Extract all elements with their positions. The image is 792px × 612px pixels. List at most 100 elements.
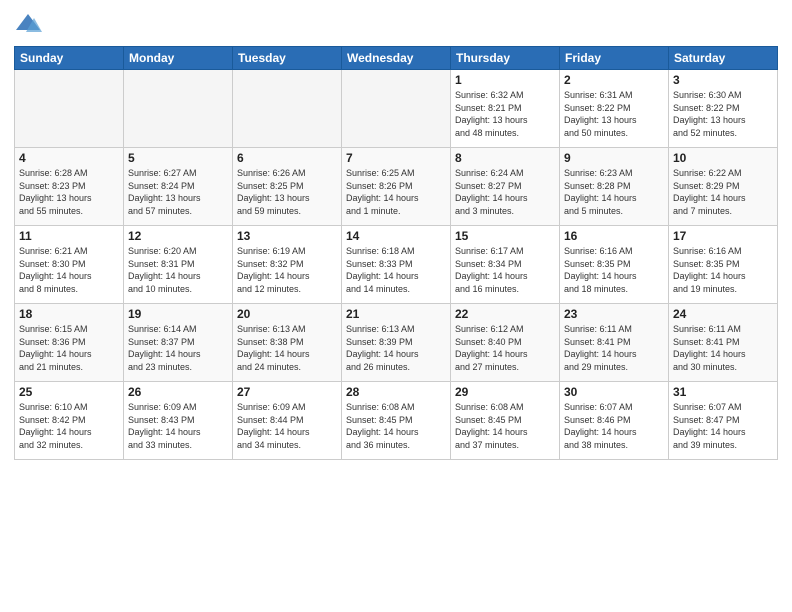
day-number: 15 [455,229,555,243]
calendar-header-row: SundayMondayTuesdayWednesdayThursdayFrid… [15,47,778,70]
calendar-week-2: 4Sunrise: 6:28 AM Sunset: 8:23 PM Daylig… [15,148,778,226]
calendar-header-tuesday: Tuesday [233,47,342,70]
day-number: 4 [19,151,119,165]
day-number: 28 [346,385,446,399]
header [14,10,778,38]
day-number: 16 [564,229,664,243]
calendar-cell: 28 Sunrise: 6:08 AM Sunset: 8:45 PM Dayli… [342,382,451,460]
calendar-cell: 5 Sunrise: 6:27 AM Sunset: 8:24 PM Daylig… [124,148,233,226]
calendar-cell: 24 Sunrise: 6:11 AM Sunset: 8:41 PM Dayli… [669,304,778,382]
calendar-cell: 6 Sunrise: 6:26 AM Sunset: 8:25 PM Daylig… [233,148,342,226]
calendar-cell: 22Sunrise: 6:12 AM Sunset: 8:40 PM Dayli… [451,304,560,382]
calendar-cell: 1 Sunrise: 6:32 AM Sunset: 8:21 PM Daylig… [451,70,560,148]
calendar-cell: 26 Sunrise: 6:09 AM Sunset: 8:43 PM Dayli… [124,382,233,460]
day-number: 18 [19,307,119,321]
calendar-cell [124,70,233,148]
day-number: 21 [346,307,446,321]
calendar-header-sunday: Sunday [15,47,124,70]
day-number: 14 [346,229,446,243]
calendar-week-3: 11 Sunrise: 6:21 AM Sunset: 8:30 PM Dayli… [15,226,778,304]
day-number: 3 [673,73,773,87]
day-info: Sunrise: 6:09 AM Sunset: 8:44 PM Dayligh… [237,401,337,451]
day-info: Sunrise: 6:26 AM Sunset: 8:25 PM Dayligh… [237,167,337,217]
calendar-cell: 15 Sunrise: 6:17 AM Sunset: 8:34 PM Dayli… [451,226,560,304]
day-info: Sunrise: 6:24 AM Sunset: 8:27 PM Dayligh… [455,167,555,217]
day-info: Sunrise: 6:27 AM Sunset: 8:24 PM Dayligh… [128,167,228,217]
day-info: Sunrise: 6:10 AM Sunset: 8:42 PM Dayligh… [19,401,119,451]
day-info: Sunrise: 6:17 AM Sunset: 8:34 PM Dayligh… [455,245,555,295]
calendar-cell: 7 Sunrise: 6:25 AM Sunset: 8:26 PM Daylig… [342,148,451,226]
calendar-week-5: 25 Sunrise: 6:10 AM Sunset: 8:42 PM Dayli… [15,382,778,460]
day-number: 25 [19,385,119,399]
day-number: 20 [237,307,337,321]
day-info: Sunrise: 6:19 AM Sunset: 8:32 PM Dayligh… [237,245,337,295]
day-info: Sunrise: 6:11 AM Sunset: 8:41 PM Dayligh… [673,323,773,373]
calendar-header-thursday: Thursday [451,47,560,70]
calendar-cell [342,70,451,148]
calendar-cell: 31 Sunrise: 6:07 AM Sunset: 8:47 PM Dayli… [669,382,778,460]
day-number: 19 [128,307,228,321]
calendar-cell: 3Sunrise: 6:30 AM Sunset: 8:22 PM Daylig… [669,70,778,148]
day-info: Sunrise: 6:09 AM Sunset: 8:43 PM Dayligh… [128,401,228,451]
day-number: 17 [673,229,773,243]
day-number: 11 [19,229,119,243]
day-info: Sunrise: 6:18 AM Sunset: 8:33 PM Dayligh… [346,245,446,295]
calendar-cell: 16 Sunrise: 6:16 AM Sunset: 8:35 PM Dayli… [560,226,669,304]
day-number: 26 [128,385,228,399]
calendar-week-1: 1 Sunrise: 6:32 AM Sunset: 8:21 PM Daylig… [15,70,778,148]
calendar-header-monday: Monday [124,47,233,70]
day-number: 24 [673,307,773,321]
day-number: 6 [237,151,337,165]
calendar-cell [15,70,124,148]
calendar-cell: 25 Sunrise: 6:10 AM Sunset: 8:42 PM Dayli… [15,382,124,460]
calendar-cell: 14 Sunrise: 6:18 AM Sunset: 8:33 PM Dayli… [342,226,451,304]
day-number: 30 [564,385,664,399]
day-info: Sunrise: 6:07 AM Sunset: 8:46 PM Dayligh… [564,401,664,451]
day-info: Sunrise: 6:12 AM Sunset: 8:40 PM Dayligh… [455,323,555,373]
calendar-header-friday: Friday [560,47,669,70]
day-info: Sunrise: 6:22 AM Sunset: 8:29 PM Dayligh… [673,167,773,217]
logo-icon [14,10,42,38]
logo [14,10,44,38]
day-number: 23 [564,307,664,321]
day-number: 31 [673,385,773,399]
calendar-cell: 27 Sunrise: 6:09 AM Sunset: 8:44 PM Dayli… [233,382,342,460]
day-info: Sunrise: 6:23 AM Sunset: 8:28 PM Dayligh… [564,167,664,217]
calendar-cell: 2Sunrise: 6:31 AM Sunset: 8:22 PM Daylig… [560,70,669,148]
day-info: Sunrise: 6:21 AM Sunset: 8:30 PM Dayligh… [19,245,119,295]
calendar-cell: 29Sunrise: 6:08 AM Sunset: 8:45 PM Dayli… [451,382,560,460]
calendar-cell: 18 Sunrise: 6:15 AM Sunset: 8:36 PM Dayli… [15,304,124,382]
day-info: Sunrise: 6:32 AM Sunset: 8:21 PM Dayligh… [455,89,555,139]
day-number: 12 [128,229,228,243]
day-number: 1 [455,73,555,87]
calendar-cell: 23Sunrise: 6:11 AM Sunset: 8:41 PM Dayli… [560,304,669,382]
calendar: SundayMondayTuesdayWednesdayThursdayFrid… [14,46,778,460]
day-info: Sunrise: 6:14 AM Sunset: 8:37 PM Dayligh… [128,323,228,373]
day-number: 13 [237,229,337,243]
calendar-cell: 19 Sunrise: 6:14 AM Sunset: 8:37 PM Dayli… [124,304,233,382]
day-number: 7 [346,151,446,165]
calendar-cell: 12 Sunrise: 6:20 AM Sunset: 8:31 PM Dayli… [124,226,233,304]
day-number: 9 [564,151,664,165]
day-info: Sunrise: 6:25 AM Sunset: 8:26 PM Dayligh… [346,167,446,217]
day-info: Sunrise: 6:13 AM Sunset: 8:38 PM Dayligh… [237,323,337,373]
day-info: Sunrise: 6:16 AM Sunset: 8:35 PM Dayligh… [564,245,664,295]
calendar-cell: 11 Sunrise: 6:21 AM Sunset: 8:30 PM Dayli… [15,226,124,304]
calendar-cell: 21Sunrise: 6:13 AM Sunset: 8:39 PM Dayli… [342,304,451,382]
calendar-cell: 10 Sunrise: 6:22 AM Sunset: 8:29 PM Dayli… [669,148,778,226]
calendar-cell: 8Sunrise: 6:24 AM Sunset: 8:27 PM Daylig… [451,148,560,226]
day-number: 5 [128,151,228,165]
day-number: 27 [237,385,337,399]
calendar-cell: 30 Sunrise: 6:07 AM Sunset: 8:46 PM Dayli… [560,382,669,460]
day-info: Sunrise: 6:20 AM Sunset: 8:31 PM Dayligh… [128,245,228,295]
day-info: Sunrise: 6:07 AM Sunset: 8:47 PM Dayligh… [673,401,773,451]
day-info: Sunrise: 6:15 AM Sunset: 8:36 PM Dayligh… [19,323,119,373]
calendar-header-saturday: Saturday [669,47,778,70]
calendar-header-wednesday: Wednesday [342,47,451,70]
day-info: Sunrise: 6:16 AM Sunset: 8:35 PM Dayligh… [673,245,773,295]
day-info: Sunrise: 6:08 AM Sunset: 8:45 PM Dayligh… [346,401,446,451]
day-number: 10 [673,151,773,165]
calendar-cell: 13 Sunrise: 6:19 AM Sunset: 8:32 PM Dayli… [233,226,342,304]
day-info: Sunrise: 6:08 AM Sunset: 8:45 PM Dayligh… [455,401,555,451]
calendar-week-4: 18 Sunrise: 6:15 AM Sunset: 8:36 PM Dayli… [15,304,778,382]
